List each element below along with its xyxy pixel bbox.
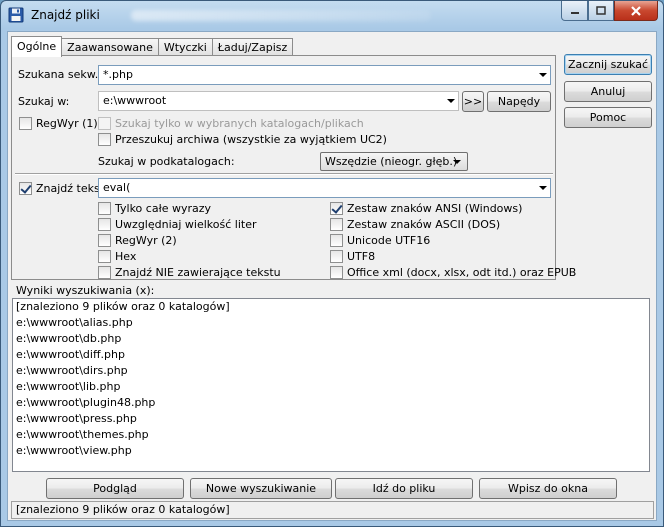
- search-for-label: Szukana sekw.:: [18, 68, 102, 81]
- not-containing-checkbox[interactable]: [98, 266, 111, 279]
- office-xml-checkbox[interactable]: [330, 266, 343, 279]
- subdirs-label: Szukaj w podkatalogach:: [98, 155, 235, 168]
- go-to-file-button[interactable]: Idź do pliku: [335, 478, 473, 499]
- results-list[interactable]: [znaleziono 9 plików oraz 0 katalogów] e…: [12, 298, 650, 472]
- regex2-label: RegWyr (2): [115, 234, 177, 247]
- list-item[interactable]: e:\wwwroot\view.php: [13, 443, 649, 459]
- blurred-title-area: [131, 10, 431, 21]
- whole-words-label: Tylko całe wyrazy: [115, 202, 212, 215]
- not-containing-label: Znajdź NIE zawierające tekstu: [115, 266, 281, 279]
- find-text-value: eval(: [103, 181, 131, 194]
- start-search-button[interactable]: Zacznij szukać: [564, 54, 652, 75]
- minimize-icon: [570, 11, 579, 14]
- maximize-icon: [596, 6, 606, 15]
- list-item[interactable]: e:\wwwroot\dirs.php: [13, 363, 649, 379]
- search-for-combo[interactable]: *.php: [98, 65, 551, 85]
- dialog-client: Ogólne Zaawansowane Wtyczki Ładuj/Zapisz…: [7, 31, 657, 521]
- title-bar[interactable]: Znajdź pliki: [1, 1, 663, 31]
- search-in-value: e:\wwwroot: [103, 94, 167, 107]
- whole-words-checkbox[interactable]: [98, 202, 111, 215]
- window-title: Znajdź pliki: [31, 8, 100, 22]
- only-selected-checkbox[interactable]: [98, 117, 111, 130]
- archives-label: Przeszukuj archiwa (wszystkie za wyjątki…: [115, 133, 387, 146]
- utf16-label: Unicode UTF16: [347, 234, 431, 247]
- chevron-down-icon[interactable]: [453, 160, 461, 164]
- list-item[interactable]: e:\wwwroot\plugin48.php: [13, 395, 649, 411]
- maximize-button[interactable]: [588, 1, 614, 21]
- cancel-button[interactable]: Anuluj: [564, 81, 652, 102]
- list-item[interactable]: e:\wwwroot\press.php: [13, 411, 649, 427]
- regex1-checkbox[interactable]: [19, 117, 32, 130]
- chevron-down-icon[interactable]: [539, 73, 547, 77]
- hex-label: Hex: [115, 250, 137, 263]
- new-search-button[interactable]: Nowe wyszukiwanie: [190, 478, 332, 499]
- close-icon: [631, 5, 641, 16]
- chevron-down-icon[interactable]: [539, 186, 547, 190]
- ascii-checkbox[interactable]: [330, 218, 343, 231]
- list-item[interactable]: e:\wwwroot\themes.php: [13, 427, 649, 443]
- results-label: Wyniki wyszukiwania (x):: [16, 284, 155, 297]
- search-in-combo[interactable]: e:\wwwroot: [98, 91, 459, 111]
- general-panel: Szukana sekw.: *.php Szukaj w: e:\wwwroo…: [11, 55, 576, 280]
- find-text-checkbox[interactable]: [19, 182, 32, 195]
- list-item[interactable]: e:\wwwroot\db.php: [13, 331, 649, 347]
- tab-plugins[interactable]: Wtyczki: [157, 38, 213, 56]
- archives-checkbox[interactable]: [98, 133, 111, 146]
- only-selected-label: Szukaj tylko w wybranych katalogach/plik…: [115, 117, 364, 130]
- ansi-checkbox[interactable]: [330, 202, 343, 215]
- find-text-label: Znajdź tekst:: [36, 182, 108, 195]
- close-button[interactable]: [614, 1, 658, 21]
- regex1-label: RegWyr (1): [36, 117, 98, 130]
- view-button[interactable]: Podgląd: [46, 478, 184, 499]
- case-sensitive-label: Uwzględniaj wielkość liter: [115, 218, 257, 231]
- utf8-label: UTF8: [347, 250, 376, 263]
- status-text: [znaleziono 9 plików oraz 0 katalogów]: [16, 503, 230, 516]
- find-text-combo[interactable]: eval(: [98, 178, 551, 198]
- search-in-label: Szukaj w:: [18, 95, 70, 108]
- drives-button[interactable]: Napędy: [487, 91, 551, 112]
- utf8-checkbox[interactable]: [330, 250, 343, 263]
- regex2-checkbox[interactable]: [98, 234, 111, 247]
- status-bar: [znaleziono 9 plików oraz 0 katalogów]: [11, 501, 654, 519]
- subdirs-value: Wszędzie (nieogr. głęb.): [325, 155, 458, 168]
- list-item[interactable]: e:\wwwroot\lib.php: [13, 379, 649, 395]
- tab-strip: Ogólne Zaawansowane Wtyczki Ładuj/Zapisz: [11, 36, 294, 57]
- minimize-button[interactable]: [561, 1, 588, 21]
- office-xml-label: Office xml (docx, xlsx, odt itd.) oraz E…: [347, 266, 577, 279]
- find-files-window: Znajdź pliki Ogólne Zaawansowane Wtyczki…: [0, 0, 664, 527]
- feed-to-listbox-button[interactable]: Wpisz do okna: [479, 478, 617, 499]
- tab-load-save[interactable]: Ładuj/Zapisz: [211, 38, 294, 56]
- utf16-checkbox[interactable]: [330, 234, 343, 247]
- browse-button[interactable]: >>: [462, 91, 484, 112]
- list-item[interactable]: e:\wwwroot\diff.php: [13, 347, 649, 363]
- case-sensitive-checkbox[interactable]: [98, 218, 111, 231]
- ansi-label: Zestaw znaków ANSI (Windows): [347, 202, 523, 215]
- ascii-label: Zestaw znaków ASCII (DOS): [347, 218, 501, 231]
- divider: [15, 173, 553, 175]
- tab-advanced[interactable]: Zaawansowane: [61, 38, 159, 56]
- list-item[interactable]: [znaleziono 9 plików oraz 0 katalogów]: [13, 299, 649, 315]
- list-item[interactable]: e:\wwwroot\alias.php: [13, 315, 649, 331]
- tab-general[interactable]: Ogólne: [11, 36, 63, 57]
- hex-checkbox[interactable]: [98, 250, 111, 263]
- floppy-disk-icon: [8, 7, 24, 23]
- help-button[interactable]: Pomoc: [564, 107, 652, 128]
- search-for-value: *.php: [103, 68, 133, 81]
- subdirs-select[interactable]: Wszędzie (nieogr. głęb.): [320, 152, 468, 171]
- chevron-down-icon[interactable]: [447, 99, 455, 103]
